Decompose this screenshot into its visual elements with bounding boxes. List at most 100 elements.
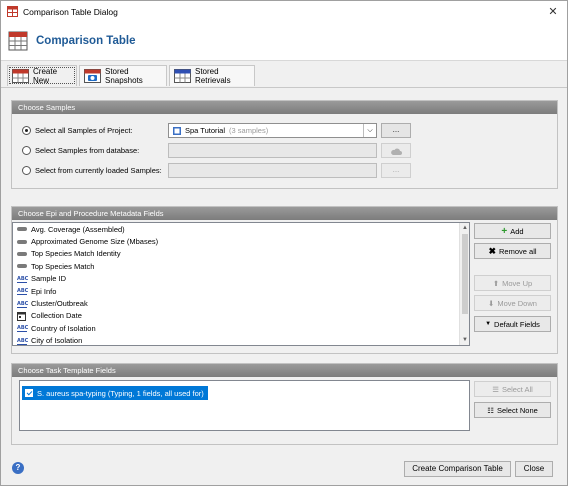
- database-browse-button[interactable]: [381, 143, 411, 158]
- scroll-up-icon[interactable]: ▲: [460, 223, 469, 233]
- panel-heading: Choose Epi and Procedure Metadata Fields: [12, 207, 557, 220]
- select-all-button[interactable]: ☰ Select All: [474, 381, 551, 397]
- radio-selected-icon: [22, 126, 31, 135]
- dropdown-triangle-icon: ▼: [485, 321, 492, 327]
- arrow-up-icon: ⬆: [492, 278, 500, 288]
- text-abc-icon: ABC: [17, 325, 29, 333]
- list-item[interactable]: Avg. Coverage (Assembled): [13, 223, 469, 235]
- window-title: Comparison Table Dialog: [23, 7, 118, 17]
- project-icon: [173, 126, 181, 135]
- cloud-icon: [391, 148, 402, 155]
- checkbox-checked-icon[interactable]: [25, 389, 33, 397]
- button-label: Select None: [496, 405, 538, 415]
- select-none-button[interactable]: ☷ Select None: [474, 402, 551, 418]
- list-item-label: Epi Info: [31, 286, 57, 296]
- list-item-label: Sample ID: [31, 274, 67, 284]
- add-button[interactable]: + Add: [474, 223, 551, 239]
- move-down-button[interactable]: ⬇ Move Down: [474, 295, 551, 311]
- plus-icon: +: [501, 225, 508, 237]
- list-scrollbar[interactable]: ▲ ▼: [459, 223, 469, 345]
- text-abc-icon: ABC: [17, 337, 29, 345]
- default-fields-button[interactable]: ▼ Default Fields: [474, 316, 551, 332]
- list-item[interactable]: ABC City of Isolation: [13, 335, 469, 346]
- button-label: Move Down: [497, 298, 537, 308]
- project-select[interactable]: Spa Tutorial (3 samples) ⌵: [168, 123, 377, 138]
- button-label: Default Fields: [494, 319, 540, 329]
- list-item[interactable]: Approximated Genome Size (Mbases): [13, 235, 469, 247]
- close-window-button[interactable]: ✕: [539, 1, 567, 23]
- option-label: Select all Samples of Project:: [35, 126, 133, 135]
- scroll-thumb[interactable]: [462, 234, 468, 314]
- list-item-label: Top Species Match: [31, 261, 95, 271]
- numeric-pill-icon: [17, 262, 27, 270]
- dialog-window: Comparison Table Dialog ✕ Comparison Tab…: [0, 0, 568, 486]
- create-comparison-table-button[interactable]: Create Comparison Table: [404, 461, 511, 477]
- list-item-label: Approximated Genome Size (Mbases): [31, 237, 159, 247]
- tab-label: Create New: [33, 67, 58, 85]
- list-item-label: Country of Isolation: [31, 323, 96, 333]
- loaded-browse-button[interactable]: ...: [381, 163, 411, 178]
- numeric-pill-icon: [17, 225, 27, 233]
- radio-icon: [22, 146, 31, 155]
- list-item-label: City of Isolation: [31, 336, 83, 346]
- comparison-table-icon: [8, 31, 28, 51]
- tab-label: Stored Snapshots: [105, 67, 143, 85]
- browse-project-button[interactable]: ...: [381, 123, 411, 138]
- button-label: Select All: [501, 384, 533, 394]
- metadata-field-list[interactable]: Avg. Coverage (Assembled) Approximated Ge…: [12, 222, 470, 346]
- list-item[interactable]: ABC Epi Info: [13, 285, 469, 297]
- panel-heading: Choose Task Template Fields: [12, 364, 557, 377]
- scroll-down-icon[interactable]: ▼: [460, 335, 469, 345]
- page-title: Comparison Table: [36, 35, 136, 47]
- camera-table-icon: [84, 69, 101, 83]
- table-red-icon: [12, 69, 29, 83]
- button-label: Remove all: [499, 246, 537, 256]
- radio-icon: [22, 166, 31, 175]
- button-label: Move Up: [502, 278, 533, 288]
- list-item-label: Top Species Match Identity: [31, 249, 121, 259]
- list-item[interactable]: Top Species Match Identity: [13, 248, 469, 260]
- list-item[interactable]: ABC Sample ID: [13, 273, 469, 285]
- list-item[interactable]: ABC Country of Isolation: [13, 322, 469, 334]
- task-template-label: S. aureus spa-typing (Typing, 1 fields, …: [37, 388, 204, 398]
- numeric-pill-icon: [17, 238, 27, 246]
- list-item-label: Avg. Coverage (Assembled): [31, 224, 125, 234]
- table-app-icon: [7, 6, 18, 17]
- loaded-samples-field[interactable]: [168, 163, 377, 178]
- calendar-icon: [17, 311, 27, 321]
- arrow-down-icon: ⬇: [488, 298, 495, 308]
- list-item[interactable]: ABC Cluster/Outbreak: [13, 297, 469, 309]
- text-abc-icon: ABC: [17, 275, 29, 283]
- project-value: Spa Tutorial: [185, 126, 226, 135]
- chevron-down-icon: ⌵: [363, 124, 376, 137]
- sample-count: (3 samples): [229, 126, 269, 135]
- option-label: Select Samples from database:: [35, 146, 140, 155]
- select-all-icon: ☰: [492, 384, 499, 394]
- tab-bar: Create New Stored Snapshots Stored Retri…: [1, 63, 567, 87]
- option-loaded-radio[interactable]: Select from currently loaded Samples:: [22, 166, 162, 175]
- close-button[interactable]: Close: [515, 461, 553, 477]
- list-item[interactable]: S. aureus spa-typing (Typing, 1 fields, …: [22, 386, 208, 400]
- option-project-radio[interactable]: Select all Samples of Project:: [22, 126, 133, 135]
- button-label: Add: [510, 226, 524, 236]
- select-none-icon: ☷: [487, 405, 494, 415]
- remove-all-button[interactable]: ✖ Remove all: [474, 243, 551, 259]
- tab-stored-retrievals[interactable]: Stored Retrievals: [169, 65, 255, 86]
- tab-label: Stored Retrievals: [195, 67, 231, 85]
- list-item-label: Collection Date: [31, 311, 82, 321]
- list-item[interactable]: Collection Date: [13, 310, 469, 322]
- table-blue-icon: [174, 69, 191, 83]
- list-item[interactable]: Top Species Match: [13, 260, 469, 272]
- text-abc-icon: ABC: [17, 300, 29, 308]
- database-samples-field[interactable]: [168, 143, 377, 158]
- tab-create-new[interactable]: Create New: [7, 65, 77, 86]
- text-abc-icon: ABC: [17, 288, 29, 296]
- move-up-button[interactable]: ⬆ Move Up: [474, 275, 551, 291]
- option-label: Select from currently loaded Samples:: [35, 166, 162, 175]
- remove-icon: ✖: [488, 245, 497, 256]
- option-database-radio[interactable]: Select Samples from database:: [22, 146, 139, 155]
- dialog-header: Comparison Table: [1, 23, 567, 61]
- tab-stored-snapshots[interactable]: Stored Snapshots: [79, 65, 167, 86]
- help-icon[interactable]: ?: [12, 462, 24, 474]
- numeric-pill-icon: [17, 250, 27, 258]
